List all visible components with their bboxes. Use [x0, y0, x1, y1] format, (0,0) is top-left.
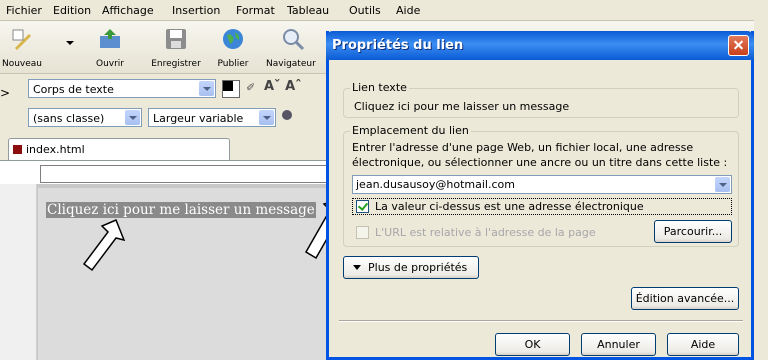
triangle-down-icon [353, 265, 361, 270]
chevron-down-icon[interactable] [199, 81, 214, 96]
close-icon[interactable] [728, 35, 749, 56]
link-location-legend: Emplacement du lien [350, 124, 471, 137]
menu-insertion[interactable]: Insertion [172, 4, 220, 17]
instruction-line-1: Entrer l'adresse d'une page Web, un fich… [352, 141, 694, 154]
menu-edition[interactable]: Edition [53, 4, 91, 17]
more-properties-button[interactable]: Plus de propriétés [343, 256, 479, 279]
link-text-legend: Lien texte [350, 81, 409, 94]
menu-tableau[interactable]: Tableau [287, 4, 329, 17]
tab-title: index.html [26, 143, 85, 156]
instruction-line-2: électronique, ou sélectionner une ancre … [352, 156, 728, 169]
magnifier-icon [283, 29, 305, 51]
eraser-icon[interactable]: ✐ [246, 81, 255, 94]
browser-label: Navigateur [266, 59, 316, 69]
format-toolbar-1: Corps de texte ✐ Aˇ Aˆ [0, 75, 330, 102]
open-label: Ouvrir [95, 59, 124, 69]
editor-area[interactable]: Cliquez ici pour me laisser un message [0, 184, 330, 360]
help-button[interactable]: Aide [667, 333, 739, 356]
link-text-group: Lien texte Cliquez ici pour me laisser u… [343, 81, 739, 118]
url-dropdown[interactable] [715, 177, 730, 192]
new-label: Nouveau [1, 59, 43, 69]
dialog-separator [339, 320, 743, 322]
link-properties-dialog: Propriétés du lien Lien texte Cliquez ic… [326, 31, 754, 360]
link-location-group: Emplacement du lien Entrer l'adresse d'u… [343, 124, 739, 247]
dialog-title: Propriétés du lien [332, 38, 464, 53]
css-class-value: (sans classe) [33, 112, 105, 125]
html-file-icon [13, 145, 22, 154]
cancel-button[interactable]: Annuler [581, 333, 656, 356]
relative-url-checkbox[interactable] [356, 226, 369, 239]
menu-format[interactable]: Format [236, 4, 275, 17]
save-button[interactable]: Enregistrer [146, 21, 206, 73]
ruler-field [40, 165, 332, 183]
chevron-down-icon[interactable] [125, 110, 140, 125]
font-width-select[interactable]: Largeur variable [148, 108, 276, 127]
email-checkbox-label[interactable]: La valeur ci-dessus est une adresse élec… [375, 200, 644, 213]
format-toolbar-2: (sans classe) Largeur variable [0, 104, 330, 131]
paragraph-style-select[interactable]: Corps de texte [28, 79, 216, 98]
url-combo[interactable]: jean.dusausoy@hotmail.com [352, 175, 732, 194]
selected-link-text[interactable]: Cliquez ici pour me laisser un message [46, 202, 316, 218]
color-picker-button[interactable] [222, 80, 240, 98]
annotation-arrow-icon [82, 219, 126, 272]
new-dropdown-arrow-icon[interactable] [66, 41, 74, 45]
advanced-edit-button[interactable]: Édition avancée... [631, 287, 739, 310]
url-value: jean.dusausoy@hotmail.com [356, 178, 515, 191]
open-button[interactable]: Ouvrir [86, 21, 134, 73]
tab-index-html[interactable]: index.html [8, 138, 230, 160]
document-tab-strip: index.html [0, 138, 330, 160]
menu-aide[interactable]: Aide [396, 4, 420, 17]
font-size-icons[interactable]: Aˇ Aˆ [264, 79, 302, 94]
new-button[interactable]: Nouveau [0, 21, 44, 73]
new-page-icon [12, 29, 31, 50]
editor-ruler [0, 160, 332, 185]
format-misc-icon[interactable] [282, 110, 292, 120]
css-class-select[interactable]: (sans classe) [28, 108, 142, 127]
editor-gutter [0, 184, 37, 360]
dialog-titlebar[interactable]: Propriétés du lien [326, 31, 754, 60]
email-checkbox[interactable] [356, 200, 369, 213]
menu-outils[interactable]: Outils [349, 4, 381, 17]
ok-button[interactable]: OK [495, 333, 570, 356]
relative-url-label: L'URL est relative à l'adresse de la pag… [375, 226, 596, 239]
open-folder-icon [100, 29, 120, 48]
paragraph-style-value: Corps de texte [33, 83, 114, 96]
save-disk-icon [166, 29, 186, 49]
font-width-value: Largeur variable [153, 112, 244, 125]
menu-fichier[interactable]: Fichier [6, 4, 42, 17]
more-properties-label: Plus de propriétés [368, 261, 468, 274]
chevron-down-icon[interactable] [259, 110, 274, 125]
globe-publish-icon [223, 29, 243, 49]
background-window-edge [754, 20, 768, 360]
publish-label: Publier [217, 59, 249, 69]
text-color-swatch [223, 81, 233, 91]
link-text-value: Cliquez ici pour me laisser un message [354, 100, 570, 113]
chevron-down-icon[interactable] [715, 177, 730, 192]
save-label: Enregistrer [151, 59, 201, 69]
menu-affichage[interactable]: Affichage [102, 4, 154, 17]
publish-button[interactable]: Publier [210, 21, 256, 73]
browser-button[interactable]: Navigateur [258, 21, 328, 73]
editor-page[interactable]: Cliquez ici pour me laisser un message [38, 188, 330, 360]
browse-button[interactable]: Parcourir... [654, 220, 732, 243]
menu-bar: Fichier Edition Affichage Insertion Form… [0, 0, 768, 21]
